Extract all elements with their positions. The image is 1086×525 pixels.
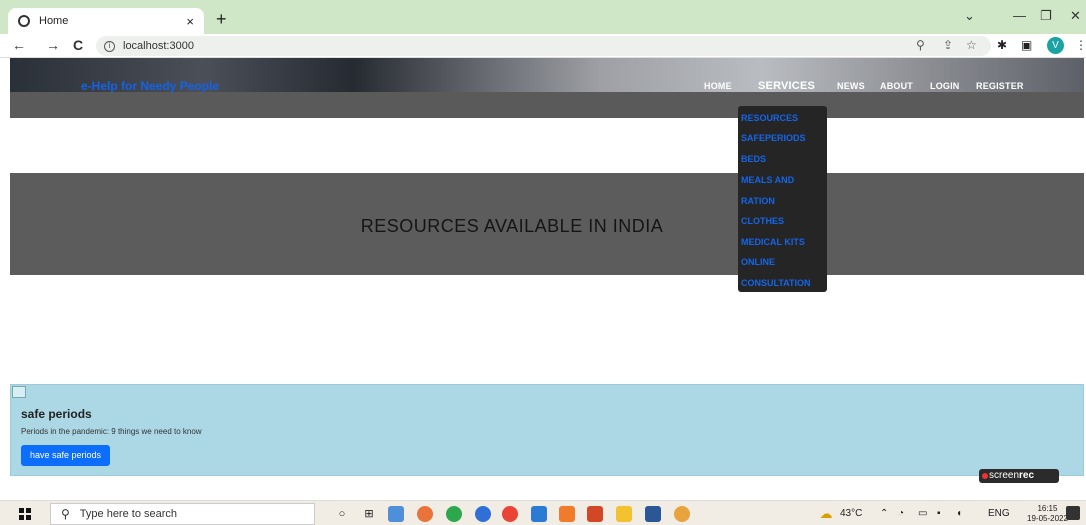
nav-news[interactable]: NEWS (837, 81, 865, 91)
new-tab-button[interactable]: + (216, 9, 227, 30)
have-safe-periods-button[interactable]: have safe periods (21, 445, 111, 466)
taskbar-search-input[interactable]: ⚲ Type here to search (50, 503, 315, 525)
minimize-button[interactable]: — (1013, 8, 1026, 23)
dropdown-item-medical-kits[interactable]: MEDICAL KITS (741, 237, 805, 247)
reload-button[interactable]: C (73, 37, 83, 53)
forward-button[interactable]: → (46, 37, 60, 53)
safe-periods-card: safe periods Periods in the pandemic: 9 … (10, 384, 1084, 476)
powerpoint-icon[interactable] (587, 506, 603, 522)
chrome-icon[interactable] (502, 506, 518, 522)
close-window-button[interactable]: ✕ (1070, 8, 1081, 24)
tab-close-button[interactable]: × (186, 14, 194, 29)
url-input[interactable]: i localhost:3000 (96, 36, 991, 56)
battery-icon[interactable]: ▭ (918, 508, 927, 519)
side-panel-icon[interactable]: ▣ (1021, 38, 1032, 52)
language-indicator[interactable]: ENG (988, 508, 1010, 519)
dropdown-item-safeperiods[interactable]: SAFEPERIODS (741, 133, 806, 143)
clock-date: 19-05-2022 (1027, 514, 1068, 523)
paint-icon[interactable] (674, 506, 690, 522)
vscode-icon[interactable] (531, 506, 547, 522)
tray-chevron-icon[interactable]: ⌃ (880, 508, 888, 519)
volume-icon[interactable]: ◖ (956, 508, 962, 519)
clock-time: 16:15 (1037, 504, 1058, 513)
file-explorer-icon[interactable] (616, 506, 632, 522)
card-title: safe periods (21, 407, 92, 421)
profile-avatar[interactable]: V (1047, 37, 1064, 54)
meet-icon[interactable]: ▪ (937, 508, 941, 519)
nav-services[interactable]: SERVICES (758, 80, 815, 92)
tab-title: Home (39, 15, 69, 27)
address-bar-row: ← → C i localhost:3000 ⚲ ⇪ ☆ ✱ ▣ (0, 34, 1086, 58)
info-icon[interactable]: i (104, 40, 115, 52)
notifications-icon[interactable] (1066, 506, 1080, 520)
dropdown-item-beds[interactable]: BEDS (741, 154, 766, 164)
nav-login[interactable]: LOGIN (930, 81, 960, 91)
edge-icon[interactable] (475, 506, 491, 522)
broken-image-icon (12, 386, 26, 398)
dropdown-item-consultation[interactable]: CONSULTATION (741, 278, 811, 288)
chrome-alt-icon[interactable] (446, 506, 462, 522)
weather-icon[interactable]: ☁ (818, 506, 834, 522)
cortana-icon[interactable]: ○ (334, 506, 350, 522)
banner-title: RESOURCES AVAILABLE IN INDIA (360, 216, 664, 236)
word-icon[interactable] (645, 506, 661, 522)
browser-tab-strip: Home × + ⌄ — ❐ ✕ (0, 0, 1086, 34)
search-placeholder: Type here to search (79, 508, 178, 520)
windows-start-icon[interactable] (19, 508, 31, 520)
search-icon: ⚲ (61, 507, 70, 521)
restore-button[interactable]: ❐ (1040, 8, 1052, 24)
windows-taskbar: ⚲ Type here to search ○ ⊞ ☁ 43°C ⌃ ◔ ▭ ▪… (0, 500, 1086, 525)
screenrec-watermark: screenrec (979, 469, 1059, 483)
browser-menu-button[interactable]: ⋮ (1075, 38, 1086, 52)
nav-home[interactable]: HOME (704, 81, 732, 91)
dropdown-item-clothes[interactable]: CLOTHES (741, 216, 784, 226)
resources-banner: RESOURCES AVAILABLE IN INDIA (10, 173, 1084, 275)
xampp-icon[interactable] (559, 506, 575, 522)
bookmark-star-icon[interactable]: ☆ (966, 38, 977, 52)
screenrec-bold-text: rec (1019, 470, 1035, 481)
site-brand[interactable]: e-Help for Needy People (81, 79, 219, 93)
dropdown-item-ration[interactable]: RATION (741, 196, 775, 206)
nav-register[interactable]: REGISTER (976, 81, 1024, 91)
record-dot-icon (982, 473, 988, 479)
header-band (10, 92, 1084, 118)
url-text: localhost:3000 (123, 40, 194, 52)
weather-temp[interactable]: 43°C (840, 508, 862, 519)
back-button[interactable]: ← (12, 37, 26, 53)
dropdown-item-online[interactable]: ONLINE (741, 257, 775, 267)
task-view-icon[interactable]: ⊞ (361, 506, 377, 522)
card-text: Periods in the pandemic: 9 things we nee… (21, 427, 202, 436)
dropdown-item-meals-and[interactable]: MEALS AND (741, 175, 794, 185)
dropdown-item-resources[interactable]: RESOURCES (741, 113, 798, 123)
clock[interactable]: 16:15 19-05-2022 (1027, 504, 1068, 524)
share-icon[interactable]: ⇪ (943, 38, 953, 52)
firefox-icon[interactable] (417, 506, 433, 522)
tab-search-button[interactable]: ⌄ (964, 8, 975, 24)
screenrec-light-text: screen (989, 470, 1020, 481)
chat-icon[interactable] (388, 506, 404, 522)
network-icon[interactable]: ◔ (898, 508, 904, 519)
globe-icon (18, 15, 30, 27)
zoom-icon[interactable]: ⚲ (916, 38, 925, 52)
browser-tab[interactable]: Home × (8, 8, 204, 34)
nav-about[interactable]: ABOUT (880, 81, 913, 91)
services-dropdown-menu: RESOURCES SAFEPERIODS BEDS MEALS AND RAT… (738, 106, 827, 292)
extensions-icon[interactable]: ✱ (997, 38, 1007, 52)
